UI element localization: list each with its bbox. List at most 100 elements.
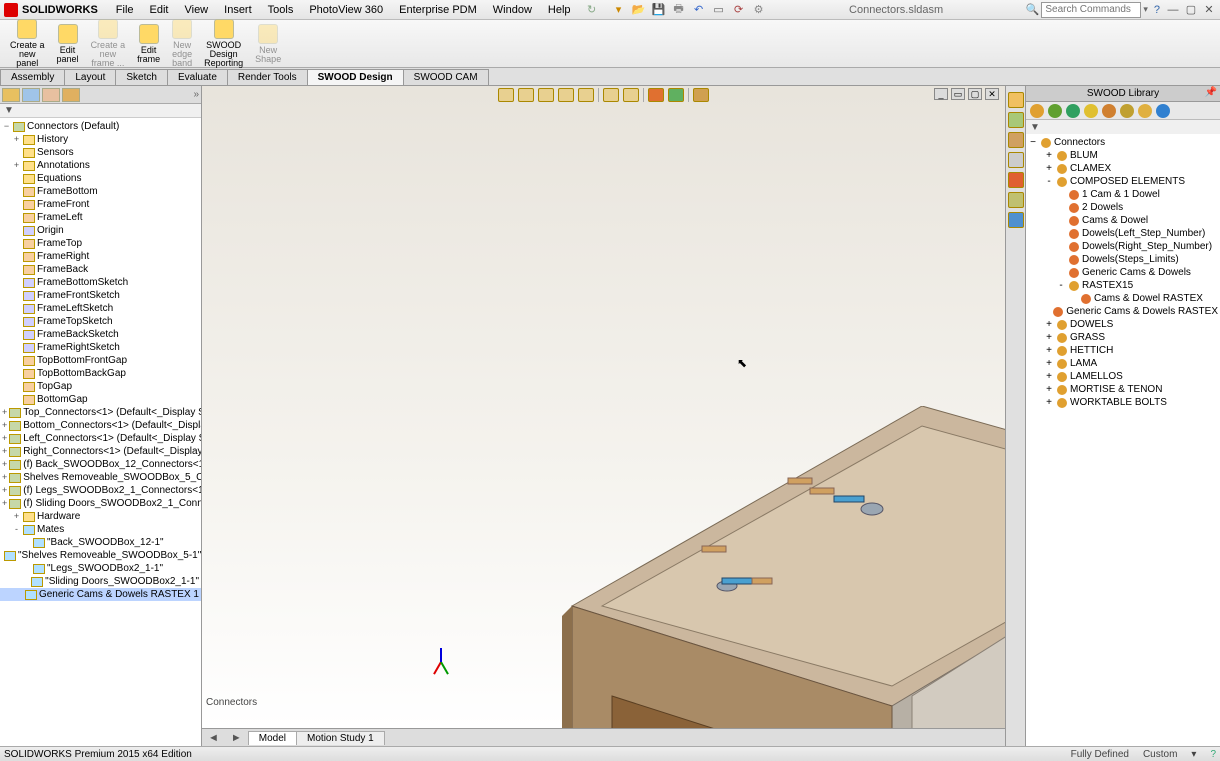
tree-item[interactable]: FrameBackSketch — [0, 328, 201, 341]
pin-icon[interactable]: 📌 — [1205, 87, 1217, 98]
undo-icon[interactable]: ↶ — [691, 2, 707, 18]
tab-prev-icon[interactable]: ◄ — [202, 732, 225, 744]
library-toolbar-icon-1[interactable] — [1048, 104, 1062, 118]
tree-item[interactable]: -Mates — [0, 523, 201, 536]
tree-item[interactable]: FrameRightSketch — [0, 341, 201, 354]
library-item[interactable]: +WORKTABLE BOLTS — [1026, 396, 1220, 409]
new-icon[interactable]: ▾ — [611, 2, 627, 18]
tree-item[interactable]: FrameFront — [0, 198, 201, 211]
appear-icon[interactable] — [648, 88, 664, 102]
library-item[interactable]: +LAMELLOS — [1026, 370, 1220, 383]
menu-tools[interactable]: Tools — [260, 2, 302, 18]
tree-item[interactable]: Origin — [0, 224, 201, 237]
tree-root[interactable]: −Connectors (Default) — [0, 120, 201, 133]
menu-view[interactable]: View — [176, 2, 216, 18]
library-item[interactable]: +DOWELS — [1026, 318, 1220, 331]
doc-close-icon[interactable]: ✕ — [985, 88, 999, 100]
tree-item[interactable]: +Shelves Removeable_SWOODBox_5_Connector… — [0, 471, 201, 484]
tab-evaluate[interactable]: Evaluate — [167, 69, 228, 85]
library-item[interactable]: +BLUM — [1026, 149, 1220, 162]
menu-window[interactable]: Window — [485, 2, 540, 18]
library-item[interactable]: +MORTISE & TENON — [1026, 383, 1220, 396]
open-icon[interactable]: 📂 — [631, 2, 647, 18]
tree-item[interactable]: +Annotations — [0, 159, 201, 172]
tree-item[interactable]: +Left_Connectors<1> (Default<_Display St… — [0, 432, 201, 445]
taskpane-swood-icon[interactable] — [1008, 212, 1024, 228]
save-icon[interactable]: 💾 — [651, 2, 667, 18]
library-toolbar-icon-7[interactable] — [1156, 104, 1170, 118]
tree-item[interactable]: Generic Cams & Dowels RASTEX 1 — [0, 588, 201, 601]
tree-item[interactable]: +History — [0, 133, 201, 146]
tree-item[interactable]: FrameRight — [0, 250, 201, 263]
scene-icon[interactable] — [668, 88, 684, 102]
taskpane-design-lib-icon[interactable] — [1008, 112, 1024, 128]
library-item[interactable]: 1 Cam & 1 Dowel — [1026, 188, 1220, 201]
orientation-triad[interactable] — [427, 648, 455, 676]
menu-photoview-360[interactable]: PhotoView 360 — [301, 2, 391, 18]
tree-item[interactable]: FrameLeft — [0, 211, 201, 224]
tab-assembly[interactable]: Assembly — [0, 69, 65, 85]
render-icon[interactable] — [693, 88, 709, 102]
library-item[interactable]: Dowels(Left_Step_Number) — [1026, 227, 1220, 240]
tree-item[interactable]: TopGap — [0, 380, 201, 393]
tree-item[interactable]: +Hardware — [0, 510, 201, 523]
help-icon[interactable]: ? — [1154, 4, 1160, 16]
tree-item[interactable]: FrameTop — [0, 237, 201, 250]
rebuild2-icon[interactable]: ⟳ — [731, 2, 747, 18]
tree-item[interactable]: TopBottomBackGap — [0, 367, 201, 380]
tree-item[interactable]: +(f) Legs_SWOODBox2_1_Connectors<1> (Def… — [0, 484, 201, 497]
doc-min-icon[interactable]: _ — [934, 88, 948, 100]
library-toolbar-icon-4[interactable] — [1102, 104, 1116, 118]
taskpane-appearances-icon[interactable] — [1008, 172, 1024, 188]
tree-item[interactable]: +(f) Sliding Doors_SWOODBox2_1_Connector… — [0, 497, 201, 510]
library-item[interactable]: +HETTICH — [1026, 344, 1220, 357]
tree-item[interactable]: Equations — [0, 172, 201, 185]
tree-item[interactable]: Sensors — [0, 146, 201, 159]
library-item[interactable]: Dowels(Steps_Limits) — [1026, 253, 1220, 266]
doc-max-icon[interactable]: ▢ — [968, 88, 982, 100]
tree-item[interactable]: +(f) Back_SWOODBox_12_Connectors<1> (Def… — [0, 458, 201, 471]
display-style-icon[interactable] — [603, 88, 619, 102]
library-root[interactable]: −Connectors — [1026, 136, 1220, 149]
fm-tab-display-icon[interactable] — [62, 88, 80, 102]
maximize-button[interactable]: ▢ — [1184, 3, 1198, 17]
ribbon-create-a[interactable]: Create a new panel — [4, 17, 51, 70]
view-orient-icon[interactable] — [578, 88, 594, 102]
library-toolbar-icon-2[interactable] — [1066, 104, 1080, 118]
search-input[interactable] — [1041, 2, 1141, 18]
library-item[interactable]: -RASTEX15 — [1026, 279, 1220, 292]
tab-render-tools[interactable]: Render Tools — [227, 69, 308, 85]
motion-tab-motion-study-1[interactable]: Motion Study 1 — [296, 731, 385, 745]
library-item[interactable]: +LAMA — [1026, 357, 1220, 370]
fm-tab-tree-icon[interactable] — [2, 88, 20, 102]
tree-item[interactable]: "Sliding Doors_SWOODBox2_1-1" — [0, 575, 201, 588]
fm-tab-property-icon[interactable] — [22, 88, 40, 102]
tree-item[interactable]: FrameBottomSketch — [0, 276, 201, 289]
library-item[interactable]: Cams & Dowel — [1026, 214, 1220, 227]
ribbon-edit[interactable]: Edit panel — [51, 22, 85, 66]
menu-help[interactable]: Help — [540, 2, 579, 18]
tree-item[interactable]: +Top_Connectors<1> (Default<_Display St.… — [0, 406, 201, 419]
library-item[interactable]: -COMPOSED ELEMENTS — [1026, 175, 1220, 188]
tab-sketch[interactable]: Sketch — [115, 69, 168, 85]
tree-item[interactable]: "Shelves Removeable_SWOODBox_5-1" — [0, 549, 201, 562]
taskpane-custom-props-icon[interactable] — [1008, 192, 1024, 208]
library-item[interactable]: Cams & Dowel RASTEX — [1026, 292, 1220, 305]
options-icon[interactable]: ⚙ — [751, 2, 767, 18]
tree-item[interactable]: +Right_Connectors<1> (Default<_Display S… — [0, 445, 201, 458]
select-icon[interactable]: ▭ — [711, 2, 727, 18]
tree-item[interactable]: BottomGap — [0, 393, 201, 406]
library-item[interactable]: Dowels(Right_Step_Number) — [1026, 240, 1220, 253]
ribbon-swood[interactable]: SWOOD Design Reporting — [198, 17, 249, 70]
taskpane-file-explorer-icon[interactable] — [1008, 132, 1024, 148]
tab-swood-cam[interactable]: SWOOD CAM — [403, 69, 489, 85]
taskpane-resources-icon[interactable] — [1008, 92, 1024, 108]
hide-show-icon[interactable] — [623, 88, 639, 102]
fm-tab-config-icon[interactable] — [42, 88, 60, 102]
library-item[interactable]: +CLAMEX — [1026, 162, 1220, 175]
section-icon[interactable] — [558, 88, 574, 102]
print-icon[interactable]: 🖶 — [671, 2, 687, 18]
tree-item[interactable]: FrameFrontSketch — [0, 289, 201, 302]
menu-edit[interactable]: Edit — [142, 2, 177, 18]
panel-collapse-icon[interactable]: » — [193, 89, 199, 100]
